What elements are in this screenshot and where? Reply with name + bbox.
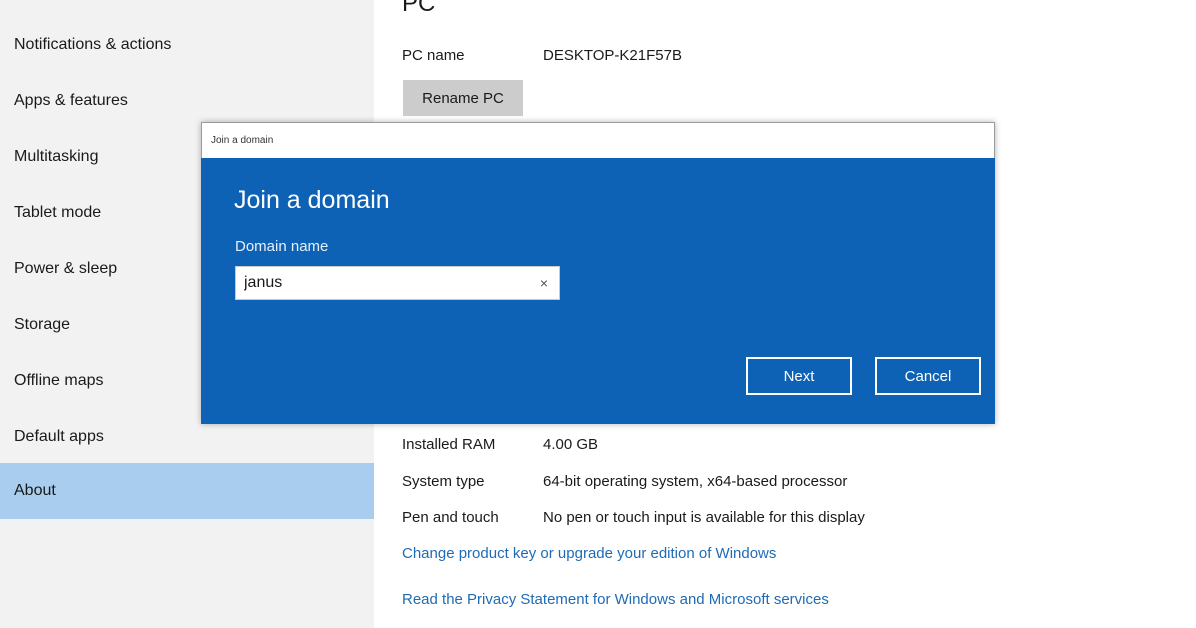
system-type-label: System type bbox=[402, 473, 485, 490]
dialog-window-title: Join a domain bbox=[211, 135, 274, 146]
sidebar-item-apps-features[interactable]: Apps & features bbox=[0, 73, 374, 129]
sidebar-item-label: Offline maps bbox=[14, 372, 104, 389]
dialog-body: Join a domain Domain name × Next Cancel bbox=[201, 158, 995, 424]
page-title: PC bbox=[402, 0, 436, 17]
change-product-key-link[interactable]: Change product key or upgrade your editi… bbox=[402, 545, 776, 562]
sidebar-item-label: Multitasking bbox=[14, 148, 99, 165]
sidebar-item-label: Default apps bbox=[14, 428, 104, 445]
pc-name-label: PC name bbox=[402, 47, 465, 64]
next-button[interactable]: Next bbox=[746, 357, 852, 395]
cancel-button[interactable]: Cancel bbox=[875, 357, 981, 395]
installed-ram-value: 4.00 GB bbox=[543, 436, 599, 453]
domain-name-field-container: × bbox=[235, 266, 560, 300]
join-domain-dialog: Join a domain Join a domain Domain name … bbox=[201, 122, 995, 424]
pc-name-value: DESKTOP-K21F57B bbox=[543, 47, 682, 64]
privacy-statement-link[interactable]: Read the Privacy Statement for Windows a… bbox=[402, 591, 829, 608]
sidebar-item-label: Notifications & actions bbox=[14, 36, 172, 53]
installed-ram-label: Installed RAM bbox=[402, 436, 496, 453]
sidebar-item-label: Tablet mode bbox=[14, 204, 102, 221]
domain-name-label: Domain name bbox=[235, 238, 329, 255]
rename-pc-button[interactable]: Rename PC bbox=[403, 80, 523, 116]
domain-name-input[interactable] bbox=[236, 267, 526, 299]
sidebar-item-notifications-actions[interactable]: Notifications & actions bbox=[0, 17, 374, 73]
system-type-value: 64-bit operating system, x64-based proce… bbox=[543, 473, 848, 490]
pen-touch-label: Pen and touch bbox=[402, 509, 499, 526]
sidebar-item-label: About bbox=[14, 482, 56, 499]
dialog-titlebar[interactable]: Join a domain bbox=[201, 122, 995, 158]
sidebar-item-label: Storage bbox=[14, 316, 71, 333]
sidebar-item-label: Apps & features bbox=[14, 92, 128, 109]
dialog-heading: Join a domain bbox=[234, 186, 390, 214]
sidebar-item-label: Power & sleep bbox=[14, 260, 118, 277]
sidebar-item-about[interactable]: About bbox=[0, 463, 374, 519]
pen-touch-value: No pen or touch input is available for t… bbox=[543, 509, 865, 526]
clear-icon[interactable]: × bbox=[535, 274, 553, 292]
